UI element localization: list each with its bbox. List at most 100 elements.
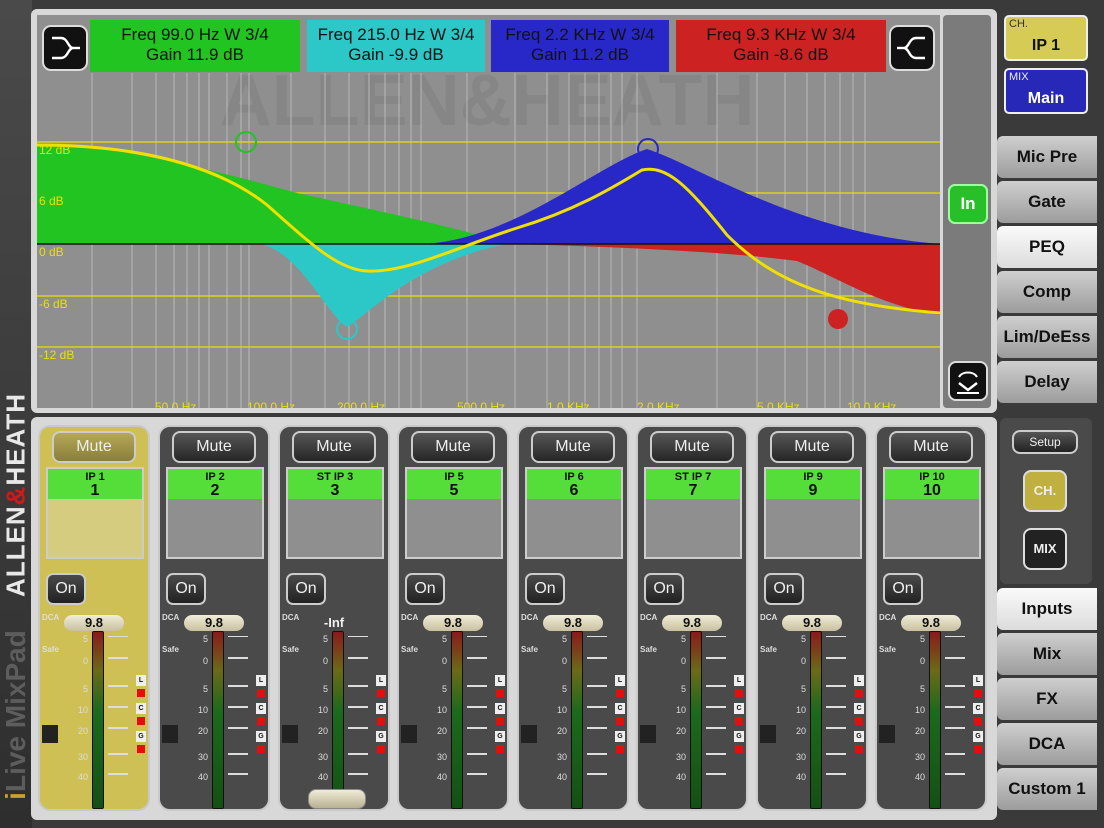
on-button[interactable]: On [405, 573, 445, 605]
db-label-0: 0 dB [39, 245, 64, 259]
band-2-header[interactable]: Freq 215.0 Hz W 3/4 Gain -9.9 dB [307, 20, 485, 72]
on-button[interactable]: On [46, 573, 86, 605]
tab-dca[interactable]: DCA [997, 723, 1097, 765]
fader-scale-label: 40 [77, 772, 88, 782]
fader-scale-label: 5 [202, 634, 208, 644]
db-label-12: 12 dB [39, 143, 70, 157]
mute-button[interactable]: Mute [172, 431, 256, 463]
dca-label: DCA [282, 613, 300, 622]
fader-value[interactable]: 9.8 [901, 615, 961, 631]
channel-selector[interactable]: CH. IP 1 [1004, 15, 1088, 61]
band-3-freq: Freq 2.2 KHz W 3/4 [505, 25, 655, 44]
fader-scale-label: 40 [556, 772, 567, 782]
mute-button[interactable]: Mute [411, 431, 495, 463]
fader-scale-label: 30 [556, 752, 567, 762]
fader-scale-label: 5 [82, 684, 88, 694]
low-shelf-button[interactable] [42, 25, 88, 71]
mute-button[interactable]: Mute [889, 431, 973, 463]
mix-selector[interactable]: MIX Main [1004, 68, 1088, 114]
on-button[interactable]: On [166, 573, 206, 605]
fader-value[interactable]: 9.8 [184, 615, 244, 631]
svg-text:ALLEN&HEATH: ALLEN&HEATH [220, 61, 755, 141]
fader-value[interactable]: 9.8 [423, 615, 483, 631]
fader-scale-label: 0 [322, 656, 328, 666]
safe-indicator [162, 725, 178, 743]
tab-fx[interactable]: FX [997, 678, 1097, 720]
eq-reset-button[interactable] [948, 361, 988, 401]
tab-comp[interactable]: Comp [997, 271, 1097, 313]
fader-cap[interactable] [308, 789, 366, 809]
band-3-header[interactable]: Freq 2.2 KHz W 3/4 Gain 11.2 dB [491, 20, 669, 72]
mix-selector-caption: MIX [1009, 71, 1029, 83]
eq-in-button[interactable]: In [948, 184, 988, 224]
ch-view-button[interactable]: CH. [1023, 470, 1067, 512]
on-button[interactable]: On [286, 573, 326, 605]
eq-graph[interactable]: ALLEN&HEATH 12 dB 6 dB 0 dB -6 dB -12 dB… [37, 15, 940, 408]
high-shelf-icon [897, 36, 925, 60]
fader-value[interactable]: 9.8 [543, 615, 603, 631]
tab-lim-deess[interactable]: Lim/DeEss [997, 316, 1097, 358]
tab-gate[interactable]: Gate [997, 181, 1097, 223]
fader-value[interactable]: 9.8 [662, 615, 722, 631]
ind-g: G [854, 731, 864, 757]
safe-label: Safe [640, 645, 657, 654]
tab-delay[interactable]: Delay [997, 361, 1097, 403]
tab-mix[interactable]: Mix [997, 633, 1097, 675]
channel-number: 5 [449, 482, 459, 499]
mix-view-button[interactable]: MIX [1023, 528, 1067, 570]
setup-button[interactable]: Setup [1012, 430, 1078, 454]
tab-custom-1[interactable]: Custom 1 [997, 768, 1097, 810]
fader-scale-label: 0 [800, 656, 806, 666]
channel-name-panel[interactable]: IP 11 [46, 467, 144, 559]
mute-button[interactable]: Mute [650, 431, 734, 463]
low-shelf-icon [52, 36, 80, 60]
fader-value[interactable]: -Inf [304, 615, 364, 631]
ind-l: L [376, 675, 386, 701]
on-button[interactable]: On [644, 573, 684, 605]
fader-scale-label: 30 [317, 752, 328, 762]
channel-name-panel[interactable]: IP 55 [405, 467, 503, 559]
band-1-gain: Gain 11.9 dB [146, 45, 244, 64]
fader-scale-label: 0 [561, 656, 567, 666]
mute-button[interactable]: Mute [52, 431, 136, 463]
mute-button[interactable]: Mute [292, 431, 376, 463]
freq-label: 100.0 Hz [247, 400, 295, 408]
fader-scale-label: 10 [675, 705, 686, 715]
fader-value[interactable]: 9.8 [64, 615, 124, 631]
channel-selector-value: IP 1 [1031, 37, 1061, 54]
ind-c: C [854, 703, 864, 729]
band-1-header[interactable]: Freq 99.0 Hz W 3/4 Gain 11.9 dB [90, 20, 300, 72]
channel-strip: Mute ST IP 7 7 On DCA Safe 5 0 5 10 20 30 40 9.8 L C G [636, 425, 748, 811]
tab-peq[interactable]: PEQ [997, 226, 1097, 268]
db-label-neg6: -6 dB [39, 297, 68, 311]
dca-label: DCA [401, 613, 419, 622]
on-button[interactable]: On [764, 573, 804, 605]
tab-inputs[interactable]: Inputs [997, 588, 1097, 630]
fader-scale-label: 20 [556, 726, 567, 736]
safe-label: Safe [42, 645, 59, 654]
on-button[interactable]: On [883, 573, 923, 605]
channel-name-panel[interactable]: IP 22 [166, 467, 264, 559]
channel-name-panel[interactable]: IP 66 [525, 467, 623, 559]
channel-name-panel[interactable]: IP 99 [764, 467, 862, 559]
ind-g: G [136, 731, 146, 757]
on-button[interactable]: On [525, 573, 565, 605]
band-4-header[interactable]: Freq 9.3 KHz W 3/4 Gain -8.6 dB [676, 20, 886, 72]
dca-label: DCA [162, 613, 180, 622]
fader-scale-label: 20 [675, 726, 686, 736]
fader-scale-label: 10 [795, 705, 806, 715]
band-2-gain: Gain -9.9 dB [348, 45, 444, 64]
fader-scale-label: 10 [556, 705, 567, 715]
safe-indicator [401, 725, 417, 743]
channel-name-panel[interactable]: IP 10 10 [883, 467, 981, 559]
mute-button[interactable]: Mute [531, 431, 615, 463]
channel-name-panel[interactable]: ST IP 33 [286, 467, 384, 559]
channel-name-panel[interactable]: ST IP 77 [644, 467, 742, 559]
channel-number: 9 [808, 482, 818, 499]
channel-number: 10 [923, 482, 941, 499]
safe-label: Safe [282, 645, 299, 654]
tab-mic-pre[interactable]: Mic Pre [997, 136, 1097, 178]
high-shelf-button[interactable] [889, 25, 935, 71]
mute-button[interactable]: Mute [770, 431, 854, 463]
fader-value[interactable]: 9.8 [782, 615, 842, 631]
